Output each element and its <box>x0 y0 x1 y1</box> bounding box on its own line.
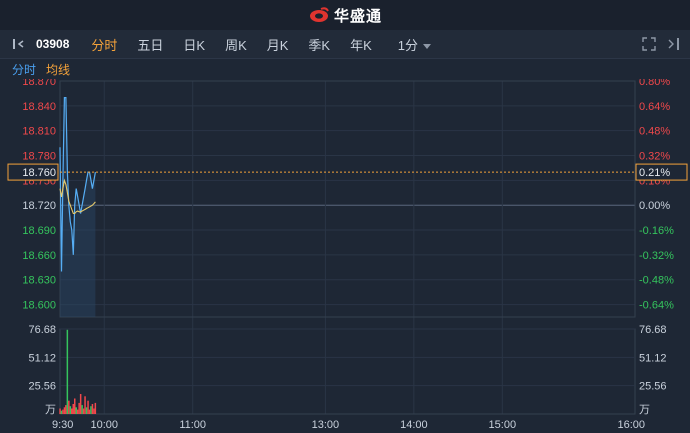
price-tick-label: 18.690 <box>22 225 56 237</box>
volume-bar <box>91 404 94 414</box>
percent-tick-label: -0.48% <box>639 275 674 287</box>
volume-bar <box>69 406 72 414</box>
chart-grid <box>59 80 636 415</box>
volume-bar <box>88 409 91 414</box>
volume-bar <box>71 408 73 414</box>
stock-code: 03908 <box>36 37 70 51</box>
intraday-chart[interactable]: 18.870 0.80% 18.840 0.64% 18.810 0.48% 18.780 0… <box>0 79 690 433</box>
toolbar: 03908 分时 五日 日K 周K 月K 季K 年K 1分 <box>0 30 690 59</box>
volume-tick-label: 76.68 <box>28 324 56 336</box>
brand-name: 华盛通 <box>333 7 382 25</box>
volume-unit-label-right: 万 <box>639 404 650 416</box>
volume-bar <box>94 402 97 414</box>
volume-bar <box>84 396 86 414</box>
volume-tick-label: 51.12 <box>28 352 56 364</box>
volume-bar <box>82 408 85 414</box>
price-tick-label: 18.810 <box>22 126 56 138</box>
volume-tick-label-right: 25.56 <box>639 381 667 393</box>
volume-bar <box>79 394 82 414</box>
volume-bar <box>72 404 74 414</box>
percent-tick-label: 0.00% <box>639 200 670 212</box>
brand-logo-icon <box>309 7 329 22</box>
cursor-percent-label: 0.21% <box>639 167 670 179</box>
title-bar: 华盛通 <box>0 0 690 31</box>
tab-period-1[interactable]: 五日 <box>137 35 163 54</box>
tab-period-3[interactable]: 周K <box>225 35 247 54</box>
interval-label: 1分 <box>397 37 418 53</box>
price-panel <box>60 81 635 317</box>
price-tick-label: 18.720 <box>22 200 56 212</box>
indicator-bar: 分时 均线 <box>0 59 690 79</box>
volume-tick-label-right: 51.12 <box>639 352 667 364</box>
volume-panel <box>60 329 635 414</box>
volume-bar <box>85 407 88 414</box>
volume-bar <box>60 410 63 414</box>
price-tick-label: 18.660 <box>22 250 56 262</box>
volume-bar <box>62 409 64 414</box>
volume-bar <box>68 400 70 414</box>
volume-tick-label: 25.56 <box>28 381 56 393</box>
collapse-panel-icon[interactable] <box>8 38 30 50</box>
time-tick-label: 15:00 <box>489 419 517 431</box>
indicator-time[interactable]: 分时 <box>12 61 36 78</box>
tab-period-4[interactable]: 月K <box>267 35 289 54</box>
tab-period-0[interactable]: 分时 <box>91 35 117 54</box>
quote-window: 华盛通 03908 分时 五日 日K 周K 月K 季K 年K 1分 分时 均线 … <box>0 0 690 433</box>
volume-bar <box>66 329 69 414</box>
percent-tick-label: 0.32% <box>639 151 670 163</box>
percent-tick-label: 0.80% <box>639 79 670 88</box>
percent-tick-label: -0.64% <box>639 300 674 312</box>
volume-bar <box>78 402 80 414</box>
volume-bar <box>90 406 92 414</box>
volume-bar <box>93 408 95 414</box>
percent-tick-label: -0.16% <box>639 225 674 237</box>
volume-bar <box>65 405 67 414</box>
fullscreen-icon[interactable] <box>642 37 656 51</box>
indicator-average[interactable]: 均线 <box>46 61 70 78</box>
price-tick-label: 18.870 <box>22 79 56 88</box>
time-tick-label: 14:00 <box>400 419 428 431</box>
time-tick-label: 10:00 <box>90 419 118 431</box>
time-tick-label: 9:30 <box>52 419 73 431</box>
price-tick-label: 18.840 <box>22 101 56 113</box>
price-tick-label: 18.600 <box>22 300 56 312</box>
percent-tick-label: 0.64% <box>639 101 670 113</box>
percent-tick-label: 0.48% <box>639 126 670 138</box>
percent-tick-label: -0.32% <box>639 250 674 262</box>
volume-bar <box>81 405 83 414</box>
price-tick-label: 18.630 <box>22 275 56 287</box>
tab-period-5[interactable]: 季K <box>308 35 330 54</box>
tab-period-2[interactable]: 日K <box>183 35 205 54</box>
volume-unit-label: 万 <box>45 404 56 416</box>
brand: 华盛通 <box>308 5 382 26</box>
cursor-price-label: 18.760 <box>22 167 56 179</box>
volume-bar <box>59 408 61 414</box>
time-tick-label: 16:00 <box>617 419 645 431</box>
volume-bar <box>63 407 66 414</box>
price-tick-label: 18.780 <box>22 151 56 163</box>
volume-bar <box>87 400 89 414</box>
time-tick-label: 13:00 <box>312 419 340 431</box>
interval-dropdown[interactable]: 1分 <box>398 35 431 54</box>
volume-bar <box>75 407 77 414</box>
volume-tick-label-right: 76.68 <box>639 324 667 336</box>
toolbar-actions <box>642 37 680 51</box>
time-tick-label: 11:00 <box>179 419 206 431</box>
chevron-down-icon <box>423 43 431 49</box>
tab-period-6[interactable]: 年K <box>350 35 372 54</box>
volume-bar <box>74 398 76 414</box>
volume-bar <box>76 409 79 414</box>
expand-panel-icon[interactable] <box>666 37 680 51</box>
